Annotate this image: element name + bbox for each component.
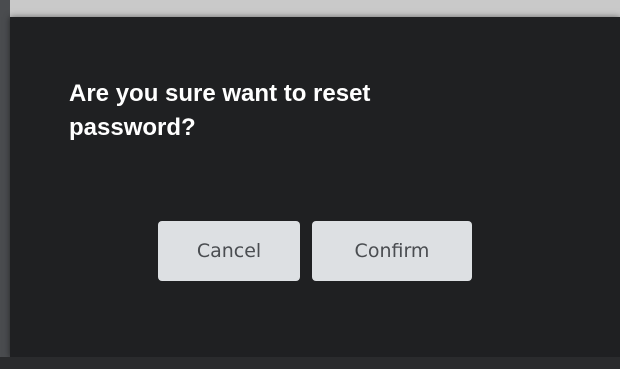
cancel-button[interactable]: Cancel xyxy=(158,221,300,281)
confirm-button[interactable]: Confirm xyxy=(312,221,472,281)
reset-password-dialog: Are you sure want to reset password? Can… xyxy=(10,17,620,357)
background-left-strip xyxy=(0,0,10,369)
background-bottom-peek xyxy=(0,357,620,369)
dialog-title: Are you sure want to reset password? xyxy=(69,80,371,141)
